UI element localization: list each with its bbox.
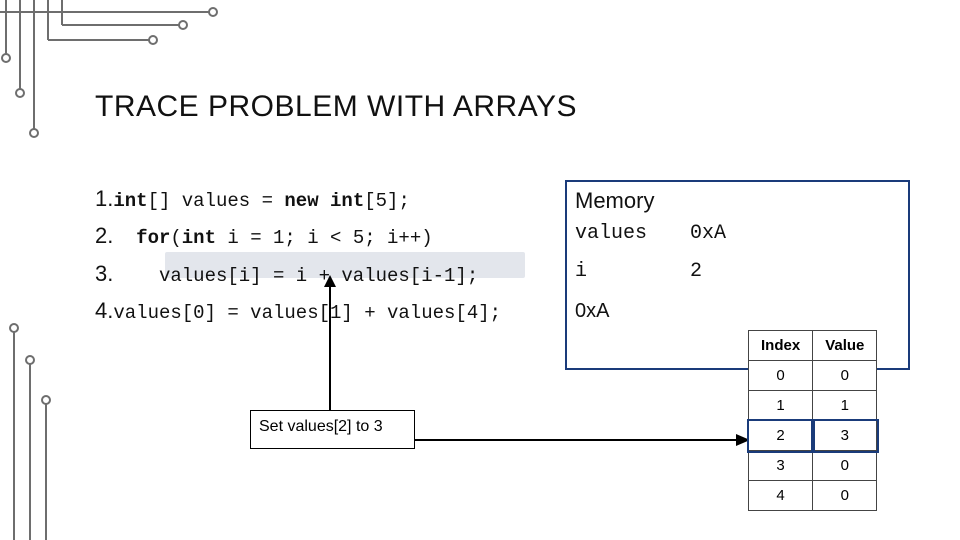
kw-new-int: new int xyxy=(284,190,364,212)
table-row: 00 xyxy=(749,361,877,391)
memory-var-i-value: 2 xyxy=(690,260,702,283)
array-cell-value: 0 xyxy=(813,481,877,511)
callout-text: Set values[2] to 3 xyxy=(259,418,383,435)
kw-int2: int xyxy=(182,227,216,249)
array-cell-index: 0 xyxy=(749,361,813,391)
code-text: [] values = xyxy=(148,190,285,212)
memory-var-values-label: values xyxy=(575,222,647,245)
array-cell-index: 3 xyxy=(749,451,813,481)
code-block: 1.int[] values = new int[5]; 2. for(int … xyxy=(95,180,501,330)
table-row: 11 xyxy=(749,391,877,421)
kw-int: int xyxy=(113,190,147,212)
array-cell-index: 2 xyxy=(749,421,813,451)
slide-title: TRACE PROBLEM WITH ARRAYS xyxy=(95,90,577,124)
array-header-index: Index xyxy=(749,331,813,361)
line-number-1: 1. xyxy=(95,186,113,211)
table-row: 30 xyxy=(749,451,877,481)
array-cell-value: 1 xyxy=(813,391,877,421)
code-text: values[0] = values[1] + values[4]; xyxy=(113,302,501,324)
decorative-circuit-left xyxy=(0,320,70,540)
array-cell-value: 0 xyxy=(813,361,877,391)
memory-var-values-value: 0xA xyxy=(690,222,726,245)
array-cell-index: 4 xyxy=(749,481,813,511)
memory-pointer-label: 0xA xyxy=(575,300,609,323)
table-row: 23 xyxy=(749,421,877,451)
array-table: Index Value 0011233040 xyxy=(748,330,877,511)
callout-box: Set values[2] to 3 xyxy=(250,410,415,449)
kw-for: for xyxy=(113,227,170,249)
code-text: values[i] = i + values[i-1]; xyxy=(113,265,478,287)
memory-var-i-label: i xyxy=(575,260,587,283)
line-number-4: 4. xyxy=(95,298,113,323)
array-header-value: Value xyxy=(813,331,877,361)
array-cell-index: 1 xyxy=(749,391,813,421)
code-text: i = 1; i < 5; i++) xyxy=(216,227,433,249)
code-text: ( xyxy=(170,227,181,249)
line-number-3: 3. xyxy=(95,261,113,286)
array-cell-value: 3 xyxy=(813,421,877,451)
code-text: [5]; xyxy=(364,190,410,212)
table-row: 40 xyxy=(749,481,877,511)
line-number-2: 2. xyxy=(95,223,113,248)
arrow-callout-to-memory xyxy=(415,425,750,455)
array-cell-value: 0 xyxy=(813,451,877,481)
memory-heading: Memory xyxy=(575,188,654,214)
